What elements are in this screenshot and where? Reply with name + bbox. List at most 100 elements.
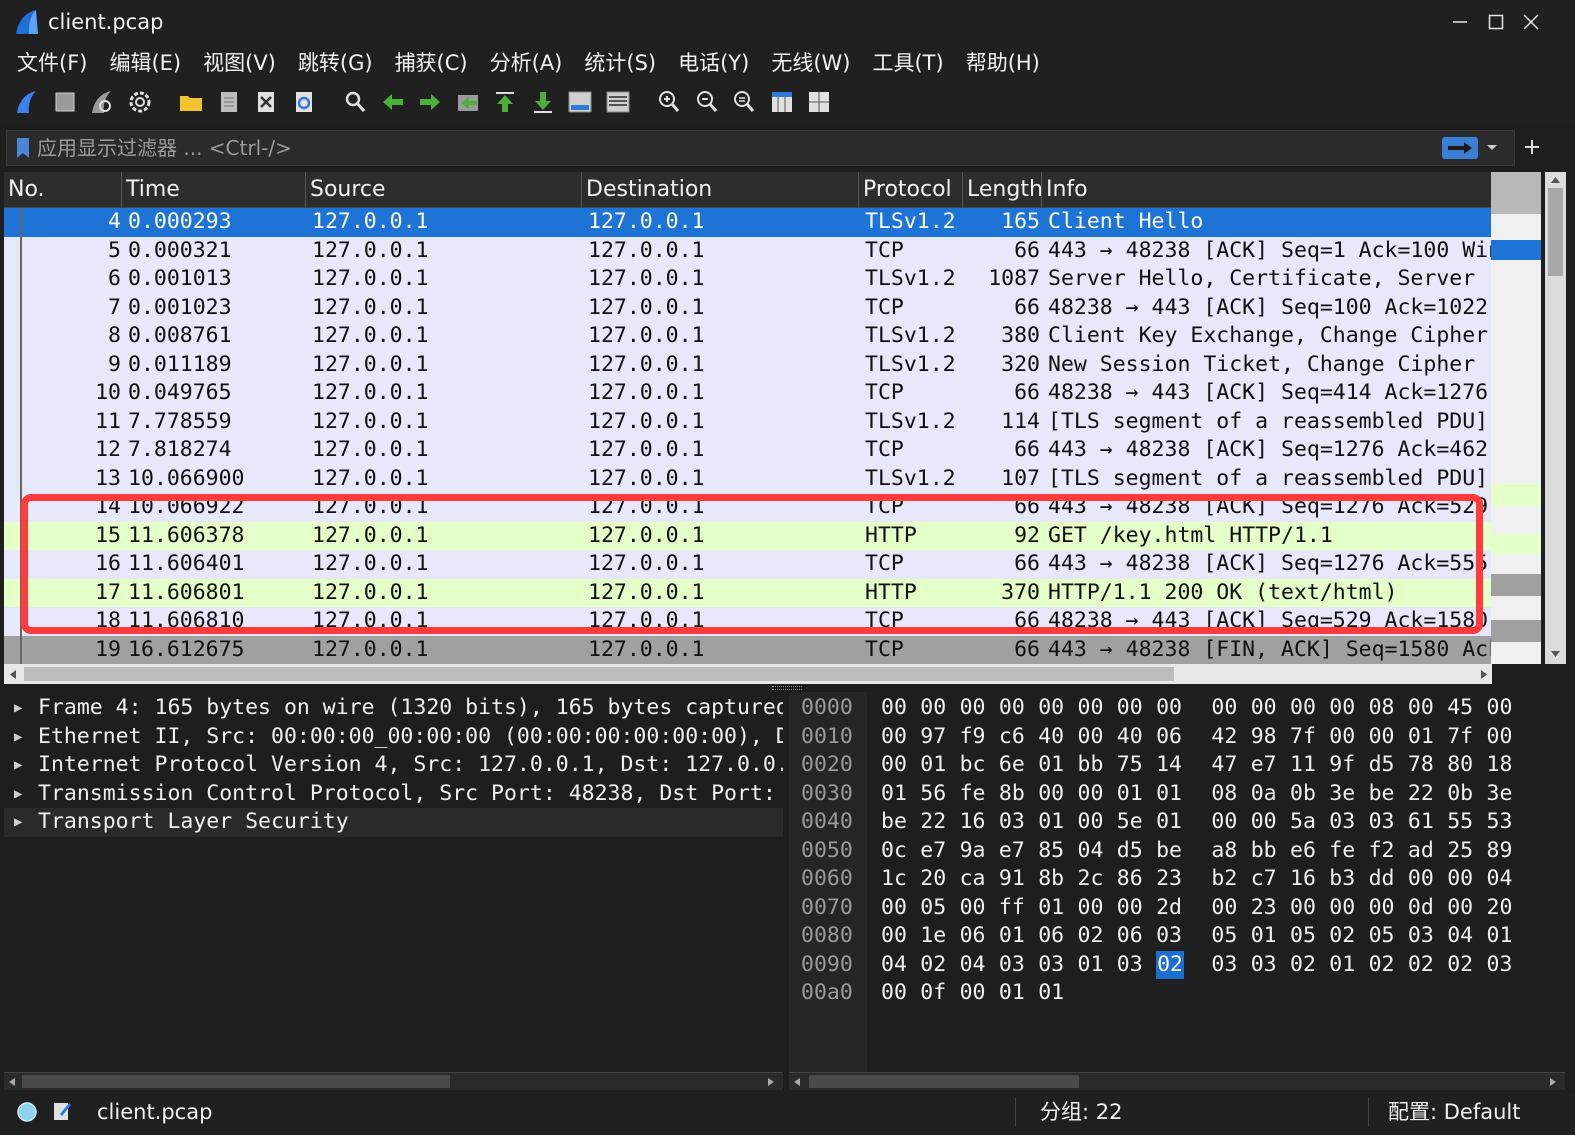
expert-info-icon[interactable] (16, 1101, 38, 1123)
column-header-length[interactable]: Length (963, 172, 1042, 208)
hex-byte[interactable]: 01 (1038, 894, 1064, 923)
hex-byte[interactable]: 00 (1078, 894, 1104, 923)
hex-byte[interactable]: 00 (1251, 694, 1277, 723)
hex-byte[interactable]: 00 (920, 694, 946, 723)
hex-byte[interactable]: 00 (1329, 723, 1355, 752)
hex-byte[interactable]: 04 (1487, 865, 1513, 894)
column-header-no[interactable]: No. (4, 172, 122, 208)
hex-byte[interactable]: 01 (1487, 922, 1513, 951)
hex-byte[interactable]: 18 (1487, 751, 1513, 780)
menu-file[interactable]: 文件(F) (6, 47, 98, 77)
hex-byte[interactable]: 0c (881, 837, 907, 866)
hex-byte[interactable]: 16 (1290, 865, 1316, 894)
detail-row-tcp[interactable]: ▶ Transmission Control Protocol, Src Port… (4, 780, 783, 809)
expand-arrow-icon[interactable]: ▶ (14, 694, 22, 723)
hex-byte[interactable]: b2 (1211, 865, 1237, 894)
pane-splitter-handle[interactable] (772, 686, 802, 690)
expand-arrow-icon[interactable]: ▶ (14, 751, 22, 780)
menu-statistics[interactable]: 统计(S) (573, 47, 667, 77)
packet-row[interactable]: 4 0.000293 127.0.0.1 127.0.0.1 TLSv1.2 165 Cli… (4, 208, 1492, 237)
hex-row[interactable]: 0060 1c 20 ca 91 8b 2c 86 23 b2 c7 16 b3 dd 00 00 04 (789, 865, 1565, 894)
column-header-protocol[interactable]: Protocol (859, 172, 963, 208)
hex-byte[interactable]: 03 (999, 951, 1025, 980)
hex-byte[interactable]: 0f (920, 979, 946, 1008)
hex-row[interactable]: 0010 00 97 f9 c6 40 00 40 06 42 98 7f 00 00 01 7f 00 (789, 723, 1565, 752)
hex-byte[interactable]: 03 (1117, 951, 1143, 980)
hex-byte[interactable]: d5 (1369, 751, 1395, 780)
hex-byte[interactable]: 00 (1038, 780, 1064, 809)
hex-byte[interactable]: 9f (1329, 751, 1355, 780)
menu-analyze[interactable]: 分析(A) (479, 47, 574, 77)
hex-byte[interactable]: 01 (1329, 951, 1355, 980)
column-preferences-button[interactable] (804, 87, 834, 117)
hex-byte[interactable]: 00 (999, 694, 1025, 723)
hex-byte[interactable]: dd (1369, 865, 1395, 894)
reload-file-button[interactable] (289, 87, 319, 117)
hex-byte[interactable]: 01 (1156, 780, 1182, 809)
hex-byte[interactable]: 06 (960, 922, 986, 951)
hex-byte[interactable]: 8b (1038, 865, 1064, 894)
hex-byte[interactable]: 86 (1117, 865, 1143, 894)
hex-byte[interactable]: 05 (1290, 922, 1316, 951)
packet-row[interactable]: 6 0.001013 127.0.0.1 127.0.0.1 TLSv1.2 1087 Se… (4, 265, 1492, 294)
hex-byte[interactable]: 01 (1078, 951, 1104, 980)
hex-byte[interactable]: f2 (1369, 837, 1395, 866)
hex-byte[interactable]: 04 (881, 951, 907, 980)
detail-row-frame[interactable]: ▶ Frame 4: 165 bytes on wire (1320 bits),… (4, 694, 783, 723)
hex-byte[interactable]: 2d (1156, 894, 1182, 923)
menu-help[interactable]: 帮助(H) (955, 47, 1051, 77)
hex-byte[interactable]: 03 (1329, 808, 1355, 837)
find-packet-button[interactable] (340, 87, 370, 117)
hex-byte[interactable]: 00 (881, 723, 907, 752)
hex-byte[interactable]: 47 (1211, 751, 1237, 780)
hex-byte[interactable]: 00 (1078, 780, 1104, 809)
hex-byte[interactable]: a8 (1211, 837, 1237, 866)
hex-byte[interactable]: 00 (881, 894, 907, 923)
zoom-normal-button[interactable] (729, 87, 759, 117)
hex-byte[interactable]: 08 (1211, 780, 1237, 809)
detail-row-tls[interactable]: ▶ Transport Layer Security (4, 808, 783, 837)
hex-byte[interactable]: bb (1251, 837, 1277, 866)
hex-byte[interactable]: 04 (1078, 837, 1104, 866)
hex-byte[interactable]: 04 (1447, 922, 1473, 951)
hex-byte[interactable]: 02 (1369, 951, 1395, 980)
hex-byte[interactable]: 03 (1251, 951, 1277, 980)
hex-byte[interactable]: b3 (1329, 865, 1355, 894)
hex-byte[interactable]: 78 (1408, 751, 1434, 780)
column-header-time[interactable]: Time (122, 172, 306, 208)
hex-byte[interactable]: 01 (999, 979, 1025, 1008)
status-profile[interactable]: 配置: Default (1388, 1094, 1520, 1130)
expand-arrow-icon[interactable]: ▶ (14, 723, 22, 752)
first-packet-button[interactable] (490, 87, 520, 117)
hex-byte[interactable]: 85 (1038, 837, 1064, 866)
hex-byte[interactable]: 89 (1487, 837, 1513, 866)
hex-byte[interactable]: fe (960, 780, 986, 809)
hex-byte[interactable]: 00 (1408, 694, 1434, 723)
hex-byte[interactable]: 40 (1038, 723, 1064, 752)
hex-byte[interactable]: 2c (1078, 865, 1104, 894)
hex-row[interactable]: 0090 04 02 04 03 03 01 03 02 03 03 02 01 02 02 02 03 (789, 950, 1565, 980)
hex-byte[interactable]: 01 (999, 922, 1025, 951)
hex-byte[interactable]: 80 (1447, 751, 1473, 780)
menu-view[interactable]: 视图(V) (192, 47, 287, 77)
menu-capture[interactable]: 捕获(C) (384, 47, 479, 77)
menu-telephony[interactable]: 电话(Y) (667, 47, 760, 77)
hex-byte[interactable]: 01 (1408, 723, 1434, 752)
hex-byte[interactable]: f9 (960, 723, 986, 752)
filter-history-dropdown[interactable] (1486, 140, 1504, 156)
hex-byte[interactable]: 00 (881, 694, 907, 723)
hex-byte[interactable]: 03 (1156, 922, 1182, 951)
hex-byte[interactable]: 01 (881, 780, 907, 809)
column-header-source[interactable]: Source (306, 172, 582, 208)
go-to-packet-button[interactable] (453, 87, 483, 117)
packet-list-horizontal-scrollbar[interactable] (4, 664, 1492, 684)
hex-byte[interactable]: 03 (1369, 808, 1395, 837)
hex-row[interactable]: 0050 0c e7 9a e7 85 04 d5 be a8 bb e6 fe f2 ad 25 89 (789, 837, 1565, 866)
hex-byte[interactable]: 00 (1078, 723, 1104, 752)
hex-byte[interactable]: 00 (1329, 694, 1355, 723)
packet-row[interactable]: 8 0.008761 127.0.0.1 127.0.0.1 TLSv1.2 380 Cli… (4, 322, 1492, 351)
hex-byte[interactable]: 00 (1211, 808, 1237, 837)
hex-byte[interactable]: 16 (960, 808, 986, 837)
hex-byte[interactable]: 03 (999, 808, 1025, 837)
hex-byte[interactable]: ca (960, 865, 986, 894)
